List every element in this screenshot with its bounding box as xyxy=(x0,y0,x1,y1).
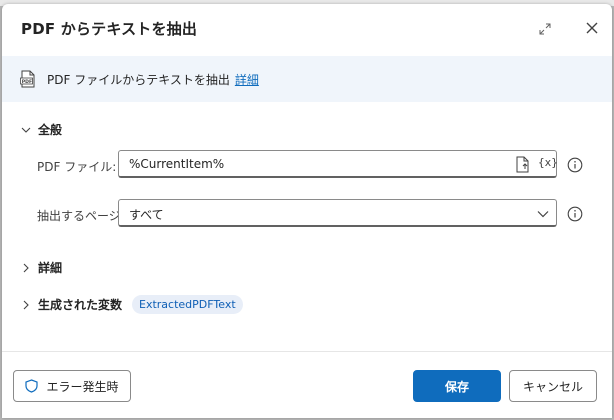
chevron-right-icon xyxy=(23,263,29,272)
details-section-header[interactable]: 詳細 xyxy=(20,257,62,276)
pages-dropdown[interactable]: すべて xyxy=(118,199,557,227)
variable-badge[interactable]: ExtractedPDFText xyxy=(132,295,243,314)
extract-text-from-pdf-dialog: PDF からテキストを抽出 PDF PDF ファイルからテキストを抽出 詳細 全般… xyxy=(2,4,612,418)
pdf-file-value: %CurrentItem% xyxy=(129,157,225,171)
chevron-down-icon xyxy=(21,127,31,133)
info-description: PDF ファイルからテキストを抽出 詳細 xyxy=(47,71,259,88)
pdf-file-info-icon[interactable] xyxy=(567,157,583,173)
generated-variables-section[interactable]: 生成された変数 ExtractedPDFText xyxy=(20,294,243,314)
chevron-right-icon xyxy=(23,300,29,309)
general-section-label: 全般 xyxy=(38,123,63,137)
info-bar: PDF PDF ファイルからテキストを抽出 詳細 xyxy=(2,56,612,102)
shield-icon xyxy=(25,379,39,393)
pages-info-icon[interactable] xyxy=(567,206,583,222)
pages-value: すべて xyxy=(129,208,164,222)
cancel-button[interactable]: キャンセル xyxy=(509,370,597,402)
pages-label: 抽出するページ: xyxy=(37,209,125,223)
save-label: 保存 xyxy=(444,379,469,394)
on-error-button[interactable]: エラー発生時 xyxy=(13,370,131,402)
save-button[interactable]: 保存 xyxy=(413,370,501,402)
footer-divider xyxy=(2,351,612,352)
general-section-header[interactable]: 全般 xyxy=(20,119,62,137)
svg-text:PDF: PDF xyxy=(22,79,32,85)
details-link[interactable]: 詳細 xyxy=(235,73,259,87)
info-text: PDF ファイルからテキストを抽出 xyxy=(47,73,230,87)
on-error-label: エラー発生時 xyxy=(46,379,119,394)
cancel-label: キャンセル xyxy=(522,379,583,394)
expand-icon[interactable] xyxy=(538,22,552,36)
dialog-title: PDF からテキストを抽出 xyxy=(21,20,198,38)
details-section-label: 詳細 xyxy=(38,261,63,275)
pdf-file-icon: PDF xyxy=(20,70,35,88)
close-icon[interactable] xyxy=(584,20,600,36)
generated-variables-label: 生成された変数 xyxy=(38,298,123,312)
chevron-down-icon xyxy=(537,211,549,218)
select-file-icon[interactable] xyxy=(515,156,531,173)
variable-icon[interactable]: {x} xyxy=(538,156,558,169)
pdf-file-input[interactable]: %CurrentItem% {x} xyxy=(118,150,558,178)
pdf-file-label: PDF ファイル: xyxy=(37,160,117,174)
